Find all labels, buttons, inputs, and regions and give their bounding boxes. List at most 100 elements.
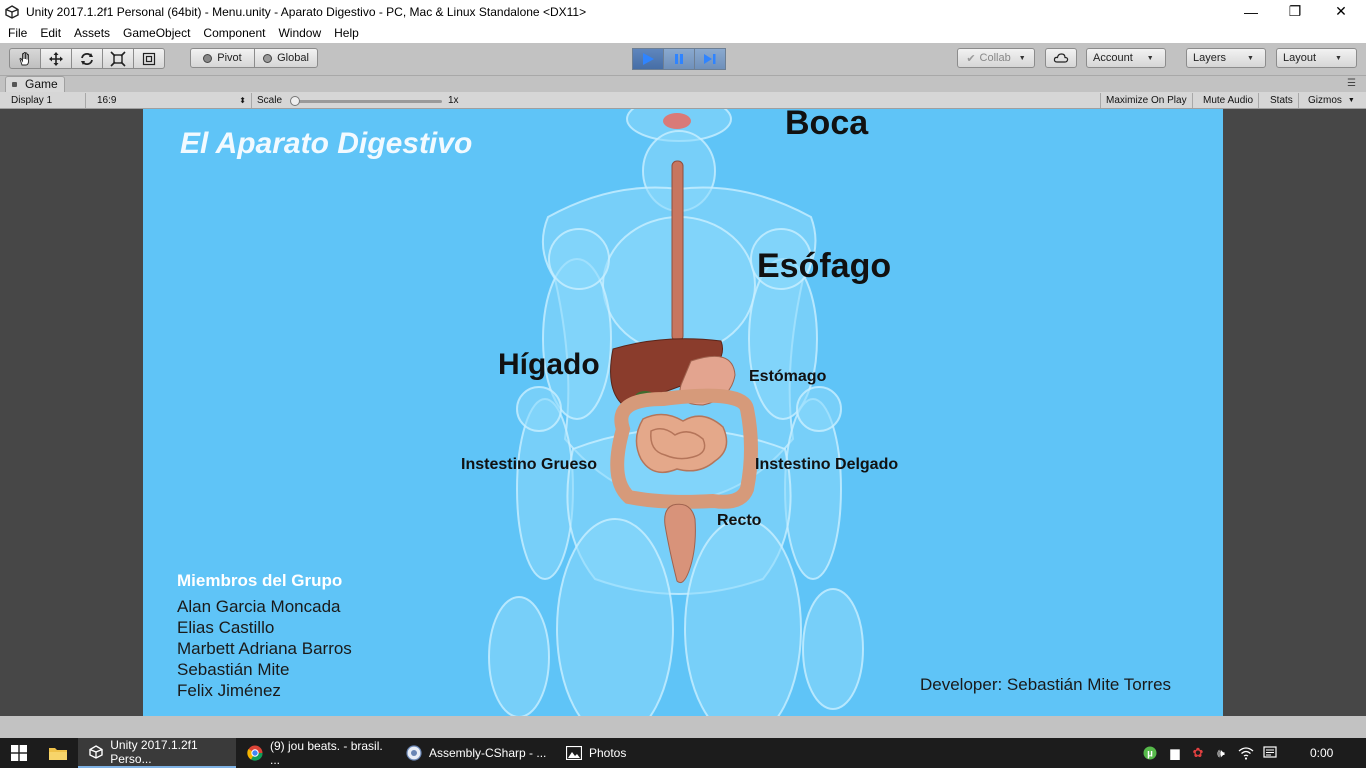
hand-tool-icon[interactable] — [9, 48, 41, 69]
aspect-dropdown[interactable]: 16:9 ⬍ — [92, 93, 252, 108]
play-icon — [643, 53, 654, 65]
cloud-button[interactable] — [1045, 48, 1077, 68]
chrome-icon — [247, 745, 263, 761]
dropdown-arrow-icon: ▼ — [1018, 54, 1026, 62]
clock[interactable]: 0:00 — [1296, 738, 1348, 768]
rotate-tool-icon[interactable] — [71, 48, 103, 69]
svg-text:µ: µ — [1147, 749, 1153, 760]
stats-toggle[interactable]: Stats — [1265, 93, 1299, 108]
menu-gameobject[interactable]: GameObject — [123, 26, 190, 40]
collab-dropdown[interactable]: ✔ Collab ▼ — [957, 48, 1035, 68]
mute-audio-toggle[interactable]: Mute Audio — [1198, 93, 1260, 108]
file-explorer-button[interactable] — [40, 738, 76, 768]
pause-button[interactable] — [663, 48, 695, 70]
unity-icon — [88, 744, 103, 760]
member-name: Elias Castillo — [177, 618, 275, 637]
taskbar-item-photos[interactable]: Photos — [556, 738, 714, 768]
menu-window[interactable]: Window — [278, 26, 321, 40]
scale-slider-track[interactable] — [296, 100, 442, 103]
scale-tool-icon[interactable] — [102, 48, 134, 69]
taskbar-item-label: (9) jou beats. - brasil. ... — [270, 739, 383, 767]
scale-slider-handle[interactable] — [290, 96, 300, 106]
volume-icon[interactable]: 🕪 — [1213, 745, 1229, 761]
step-icon — [704, 54, 716, 64]
title-bar: Unity 2017.1.2f1 Personal (64bit) - Menu… — [0, 0, 1366, 23]
game-title: El Aparato Digestivo — [180, 127, 473, 160]
menu-component[interactable]: Component — [203, 26, 265, 40]
taskbar-item-label: Assembly-CSharp - ... — [429, 746, 547, 760]
globe-icon — [263, 53, 273, 63]
dropdown-arrow-icon: ▼ — [1146, 54, 1154, 62]
developer-credit: Developer: Sebastián Mite Torres — [920, 675, 1172, 694]
menu-bar: File Edit Assets GameObject Component Wi… — [0, 23, 1366, 43]
dropdown-arrow-icon: ▼ — [1335, 54, 1342, 62]
layout-dropdown[interactable]: Layout ▼ — [1276, 48, 1357, 68]
dropdown-arrow-icon: ▼ — [1347, 97, 1355, 104]
dropdown-arrow-icon: ⬍ — [239, 96, 246, 105]
game-view-toolbar: Display 1 16:9 ⬍ Scale 1x Maximize On Pl… — [0, 92, 1366, 109]
windows-taskbar: Unity 2017.1.2f1 Perso... (9) jou beats.… — [0, 738, 1366, 768]
menu-edit[interactable]: Edit — [40, 26, 61, 40]
label-higado: Hígado — [498, 348, 600, 381]
gizmos-label: Gizmos — [1308, 95, 1342, 106]
tab-menu-icon[interactable]: ☰ — [1347, 78, 1356, 89]
maximize-on-play-toggle[interactable]: Maximize On Play — [1100, 93, 1193, 108]
playback-controls — [632, 48, 726, 70]
display-dropdown[interactable]: Display 1 — [6, 93, 86, 108]
aspect-label: 16:9 — [97, 95, 117, 106]
menu-file[interactable]: File — [8, 26, 27, 40]
label-intestino-grueso: Instestino Grueso — [461, 456, 598, 473]
dropdown-arrow-icon: ▼ — [1247, 54, 1254, 62]
label-recto: Recto — [717, 512, 762, 529]
label-estomago: Estómago — [749, 368, 827, 385]
member-name: Alan Garcia Moncada — [177, 597, 341, 616]
menu-assets[interactable]: Assets — [74, 26, 110, 40]
close-button[interactable]: ✕ — [1318, 0, 1364, 23]
display-label: Display 1 — [11, 95, 53, 106]
global-label: Global — [277, 52, 309, 64]
global-toggle[interactable]: Global — [254, 48, 318, 68]
folder-icon — [49, 748, 67, 760]
gizmos-dropdown[interactable]: Gizmos ▼ — [1303, 93, 1360, 108]
scale-value: 1x — [448, 95, 459, 106]
game-tab-strip: Game ☰ — [0, 76, 1366, 92]
taskbar-item-chrome[interactable]: (9) jou beats. - brasil. ... — [237, 738, 395, 768]
member-name: Marbett Adriana Barros — [177, 639, 352, 658]
taskbar-item-unity[interactable]: Unity 2017.1.2f1 Perso... — [78, 738, 236, 768]
pivot-toggle[interactable]: Pivot — [190, 48, 255, 68]
rect-tool-icon[interactable] — [133, 48, 165, 69]
devices-tray-icon[interactable]: ▆ — [1167, 745, 1183, 761]
member-name: Felix Jiménez — [177, 681, 281, 700]
photos-icon — [566, 745, 582, 761]
torrent-tray-icon[interactable]: µ — [1142, 745, 1158, 761]
transform-tools — [9, 48, 165, 69]
tab-game[interactable]: Game — [5, 76, 65, 92]
play-button[interactable] — [632, 48, 664, 70]
collab-label: Collab — [979, 52, 1011, 64]
account-label: Account — [1093, 52, 1133, 64]
account-dropdown[interactable]: Account ▼ — [1086, 48, 1166, 68]
taskbar-item-label: Unity 2017.1.2f1 Perso... — [110, 738, 198, 766]
start-button[interactable] — [0, 738, 40, 768]
notifications-icon[interactable] — [1262, 745, 1278, 761]
wifi-icon[interactable] — [1238, 745, 1254, 761]
label-esofago: Esófago — [757, 247, 892, 285]
label-intestino-delgado: Instestino Delgado — [755, 456, 899, 473]
layers-dropdown[interactable]: Layers ▼ — [1186, 48, 1266, 68]
game-view-icon — [12, 82, 17, 87]
layout-label: Layout — [1283, 52, 1317, 64]
scale-label: Scale — [257, 95, 283, 106]
window-title: Unity 2017.1.2f1 Personal (64bit) - Menu… — [26, 4, 587, 19]
menu-help[interactable]: Help — [334, 26, 359, 40]
restore-button[interactable]: ❐ — [1272, 0, 1318, 23]
pivot-icon — [203, 53, 213, 63]
move-tool-icon[interactable] — [40, 48, 72, 69]
minimize-button[interactable]: — — [1228, 0, 1274, 23]
pivot-label: Pivot — [217, 52, 242, 64]
taskbar-item-monodevelop[interactable]: Assembly-CSharp - ... — [396, 738, 554, 768]
apps-tray-icon[interactable]: ✿ — [1190, 745, 1206, 761]
taskbar-item-label: Photos — [589, 746, 627, 760]
step-button[interactable] — [694, 48, 726, 70]
windows-logo-icon — [11, 745, 27, 761]
game-viewport[interactable]: El Aparato Digestivo Boca Esófago Hígado… — [143, 109, 1223, 716]
